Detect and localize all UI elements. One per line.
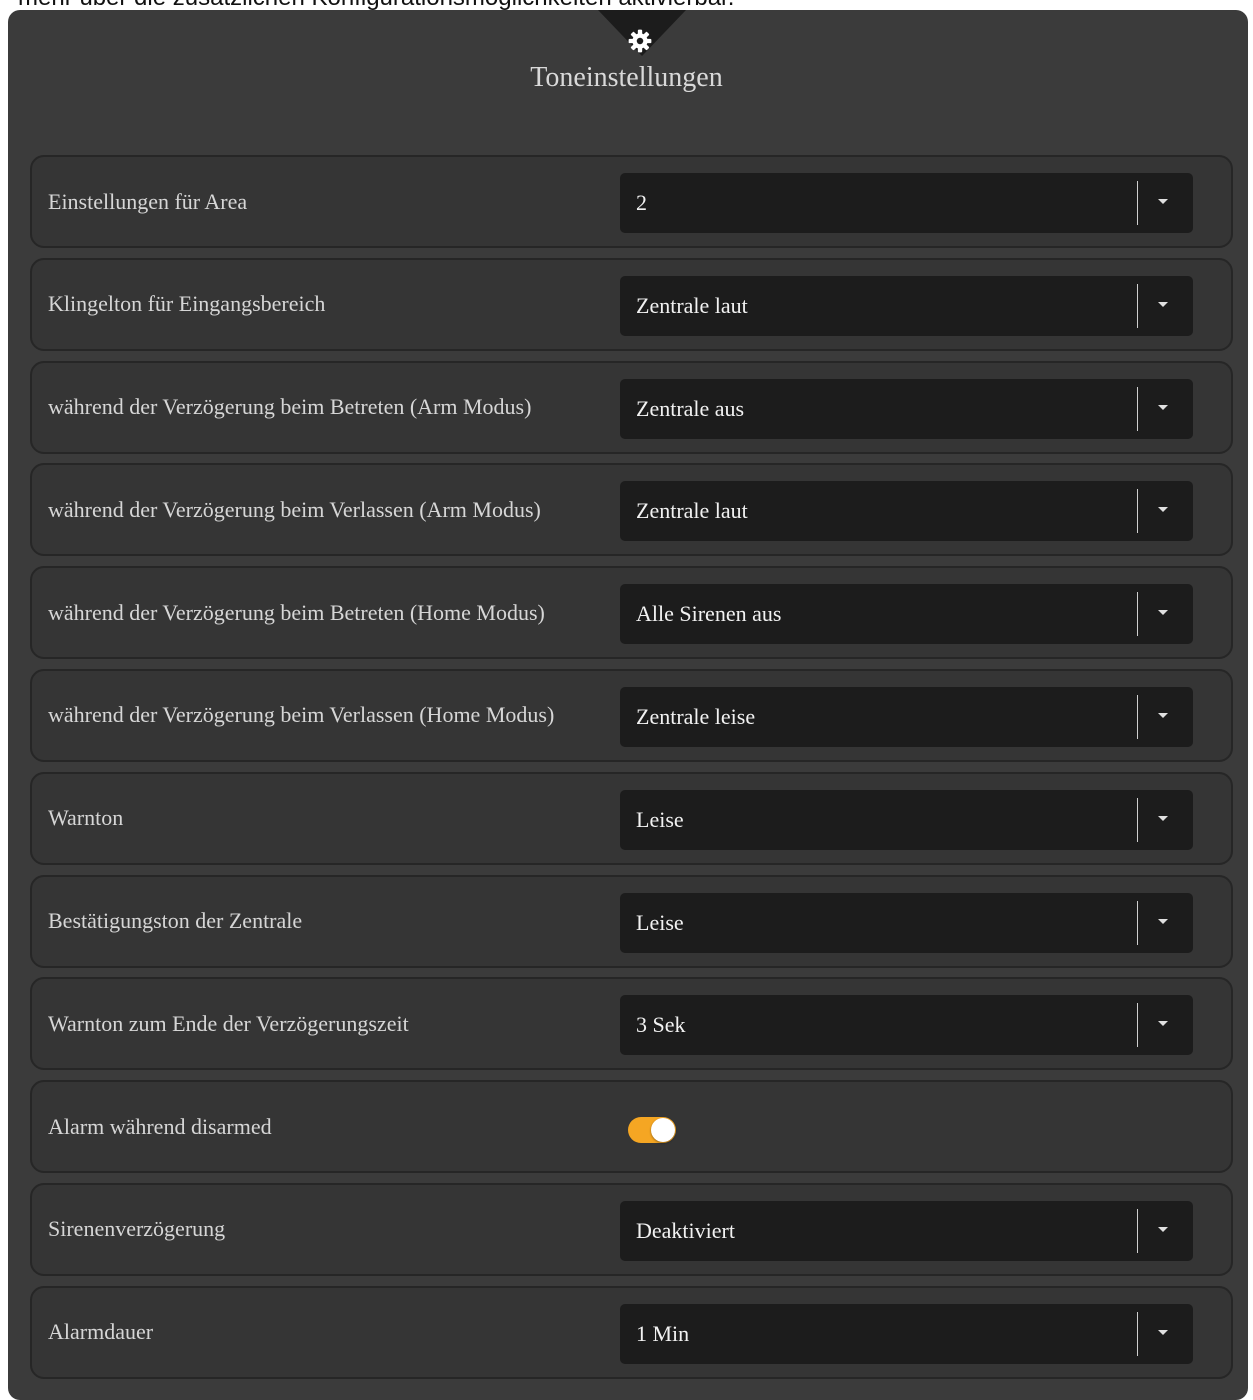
select-value: Deaktiviert xyxy=(636,1217,735,1243)
caret-down-icon xyxy=(1158,1226,1168,1232)
exit-delay-arm-select[interactable]: Zentrale laut xyxy=(620,481,1193,542)
select-divider xyxy=(1137,694,1138,739)
setting-label: Klingelton für Eingangsbereich xyxy=(48,291,326,317)
alarm-duration-select[interactable]: 1 Min xyxy=(620,1303,1193,1364)
setting-label: während der Verzögerung beim Verlassen (… xyxy=(48,496,541,522)
area-select[interactable]: 2 xyxy=(620,173,1193,233)
select-value: Zentrale laut xyxy=(636,498,748,524)
confirmation-tone-select[interactable]: Leise xyxy=(620,892,1193,953)
setting-label: während der Verzögerung beim Betreten (H… xyxy=(48,599,545,625)
select-value: Leise xyxy=(636,909,684,935)
caret-down-icon xyxy=(1158,507,1168,513)
select-value: Leise xyxy=(636,806,684,832)
exit-delay-home-select[interactable]: Zentrale leise xyxy=(620,686,1193,747)
entry-delay-home-select[interactable]: Alle Sirenen aus xyxy=(620,584,1193,645)
setting-row-alarm-duration: Alarmdauer 1 Min xyxy=(30,1285,1233,1379)
caret-down-icon xyxy=(1158,1329,1168,1335)
setting-row-exit-delay-home: während der Verzögerung beim Verlassen (… xyxy=(30,668,1233,762)
setting-row-end-of-delay-tone: Warnton zum Ende der Verzögerungszeit 3 … xyxy=(30,977,1233,1071)
entry-delay-arm-select[interactable]: Zentrale aus xyxy=(620,378,1193,439)
settings-list: Einstellungen für Area 2 Klingelton für … xyxy=(30,155,1233,1389)
toggle-knob xyxy=(651,1118,675,1143)
setting-label: Alarmdauer xyxy=(48,1319,154,1345)
end-of-delay-tone-select[interactable]: 3 Sek xyxy=(620,995,1193,1056)
caret-down-icon xyxy=(1158,610,1168,616)
setting-label: während der Verzögerung beim Verlassen (… xyxy=(48,702,555,728)
setting-row-confirmation-tone: Bestätigungston der Zentrale Leise xyxy=(30,874,1233,968)
select-value: 2 xyxy=(636,190,647,215)
warning-tone-select[interactable]: Leise xyxy=(620,789,1193,850)
caret-down-icon xyxy=(1158,301,1168,307)
setting-label: Warnton zum Ende der Verzögerungszeit xyxy=(48,1010,409,1036)
select-value: Alle Sirenen aus xyxy=(636,601,782,627)
select-divider xyxy=(1137,1311,1138,1356)
setting-label: Einstellungen für Area xyxy=(48,188,248,214)
select-value: 3 Sek xyxy=(636,1012,686,1038)
caret-down-icon xyxy=(1158,1021,1168,1027)
select-value: Zentrale aus xyxy=(636,395,745,421)
caret-down-icon xyxy=(1158,404,1168,410)
select-divider xyxy=(1137,386,1138,431)
setting-row-exit-delay-arm: während der Verzögerung beim Verlassen (… xyxy=(30,463,1233,557)
setting-label: Alarm während disarmed xyxy=(48,1113,272,1139)
setting-row-warning-tone: Warnton Leise xyxy=(30,771,1233,865)
select-divider xyxy=(1137,1208,1138,1253)
setting-row-entrance-chime: Klingelton für Eingangsbereich Zentrale … xyxy=(30,257,1233,351)
setting-row-siren-delay: Sirenenverzögerung Deaktiviert xyxy=(30,1182,1233,1276)
setting-label: während der Verzögerung beim Betreten (A… xyxy=(48,394,532,420)
select-divider xyxy=(1137,489,1138,534)
select-divider xyxy=(1137,283,1138,328)
caret-down-icon xyxy=(1158,712,1168,718)
caret-down-icon xyxy=(1158,815,1168,821)
setting-row-entry-delay-arm: während der Verzögerung beim Betreten (A… xyxy=(30,360,1233,454)
setting-row-area: Einstellungen für Area 2 xyxy=(30,155,1233,248)
setting-label: Warnton xyxy=(48,805,124,831)
select-divider xyxy=(1137,592,1138,637)
setting-label: Sirenenverzögerung xyxy=(48,1216,226,1242)
caret-down-icon xyxy=(1158,199,1168,204)
setting-label: Bestätigungston der Zentrale xyxy=(48,908,303,934)
entrance-chime-select[interactable]: Zentrale laut xyxy=(620,275,1193,336)
select-value: 1 Min xyxy=(636,1320,690,1346)
select-divider xyxy=(1137,1003,1138,1048)
select-divider xyxy=(1137,797,1138,842)
gear-icon xyxy=(628,29,652,53)
select-value: Zentrale laut xyxy=(636,292,748,318)
select-value: Zentrale leise xyxy=(636,703,756,729)
select-divider xyxy=(1137,181,1138,225)
setting-row-entry-delay-home: während der Verzögerung beim Betreten (H… xyxy=(30,566,1233,660)
page-title: Toneinstellungen xyxy=(530,62,723,93)
select-divider xyxy=(1137,900,1138,945)
setting-row-alarm-when-disarmed: Alarm während disarmed xyxy=(30,1080,1233,1174)
alarm-when-disarmed-toggle[interactable] xyxy=(628,1117,676,1144)
caret-down-icon xyxy=(1158,918,1168,924)
siren-delay-select[interactable]: Deaktiviert xyxy=(620,1200,1193,1261)
